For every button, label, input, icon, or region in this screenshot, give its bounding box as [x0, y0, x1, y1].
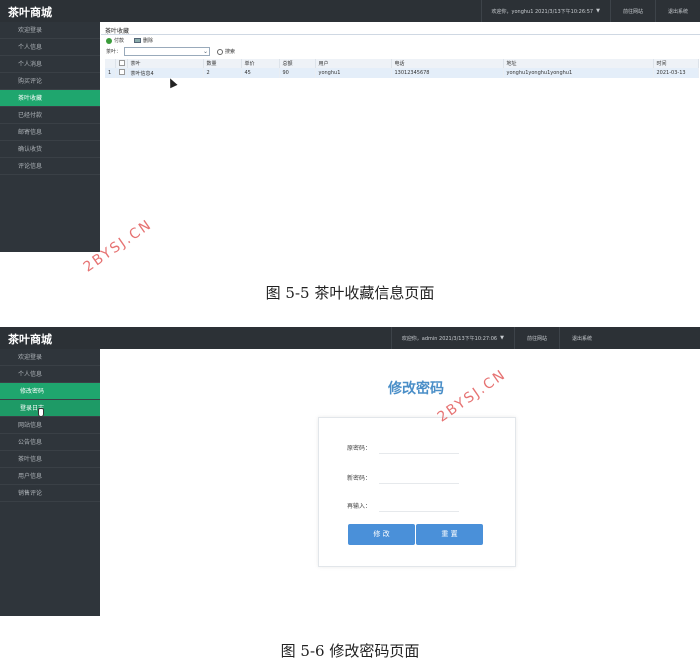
go-to-site-button[interactable]: 前往网站: [513, 327, 559, 349]
caption-figure-5-5: 图 5-5 茶叶收藏信息页面: [265, 284, 435, 302]
cell-user: yonghu1: [315, 68, 392, 78]
tea-select[interactable]: ⌄: [124, 47, 211, 56]
logout-button[interactable]: 退出系统: [558, 327, 604, 349]
col-user[interactable]: 用户: [315, 59, 392, 68]
sidebar-item-users[interactable]: 用户信息: [0, 468, 100, 485]
add-icon: [106, 37, 112, 44]
brand-logo: 茶叶商城: [8, 6, 52, 19]
welcome-text: 欢迎你，yonghu1 2021/3/13下午10:26:57: [491, 8, 594, 15]
chevron-down-icon: ▼: [596, 8, 600, 14]
content-panel: 茶叶收藏 付款 删除 茶叶： ⌄ 搜索 茶叶 数量 单价 总额 用户 电话 地址…: [101, 24, 700, 252]
new-password-row: 新密码：: [347, 470, 459, 484]
pay-label: 付款: [114, 38, 125, 44]
brand-logo: 茶叶商城: [8, 333, 52, 346]
col-index: [105, 59, 116, 68]
search-row: 茶叶： ⌄ 搜索: [106, 47, 235, 56]
cell-tea: 茶叶信息4: [127, 68, 204, 78]
cell-time: 2021-03-13: [653, 68, 699, 78]
confirm-password-field[interactable]: [379, 498, 459, 512]
pay-button[interactable]: 付款: [106, 37, 124, 44]
cell-address: yonghu1yonghu1yonghu1: [503, 68, 654, 78]
logout-button[interactable]: 退出系统: [654, 0, 700, 22]
sidebar-item-sales-reviews[interactable]: 销售评论: [0, 485, 100, 502]
old-password-row: 原密码：: [347, 440, 459, 454]
hand-pointer-icon: [38, 408, 44, 417]
go-to-site-button[interactable]: 前往网站: [609, 0, 655, 22]
new-password-label: 新密码：: [347, 474, 372, 482]
row-checkbox[interactable]: [118, 69, 125, 75]
sidebar-item-welcome[interactable]: 欢迎登录: [0, 349, 100, 366]
col-address[interactable]: 地址: [503, 59, 654, 68]
col-price[interactable]: 单价: [241, 59, 280, 68]
col-quantity[interactable]: 数量: [203, 59, 242, 68]
table-header-row: 茶叶 数量 单价 总额 用户 电话 地址 时间: [105, 59, 699, 68]
top-navbar: 茶叶商城 欢迎你，yonghu1 2021/3/13下午10:26:57 ▼ 前往…: [0, 0, 700, 22]
sidebar-item-profile[interactable]: 个人信息: [0, 39, 100, 56]
top-navbar: 茶叶商城 欢迎你，admin 2021/3/13下午10:27:06 ▼ 前往网站…: [0, 327, 700, 349]
top-right-menu: 欢迎你，yonghu1 2021/3/13下午10:26:57 ▼ 前往网站 退出…: [480, 0, 700, 22]
delete-icon: [134, 38, 142, 43]
cell-index: 1: [105, 68, 116, 78]
old-password-label: 原密码：: [347, 444, 372, 452]
search-button[interactable]: 搜索: [217, 48, 235, 55]
caption-figure-5-6: 图 5-6 修改密码页面: [280, 642, 420, 660]
sidebar-item-comments[interactable]: 评论信息: [0, 158, 100, 175]
favorites-table: 茶叶 数量 单价 总额 用户 电话 地址 时间 1 茶叶信息4 2 45 90 …: [105, 59, 699, 78]
sidebar-item-site-info[interactable]: 网站信息: [0, 417, 100, 434]
sidebar-item-profile[interactable]: 个人信息: [0, 366, 100, 383]
col-total[interactable]: 总额: [279, 59, 316, 68]
sidebar-item-messages[interactable]: 个人消息: [0, 56, 100, 73]
col-time[interactable]: 时间: [653, 59, 699, 68]
old-password-field[interactable]: [379, 440, 459, 454]
sidebar-item-tea-info[interactable]: 茶叶信息: [0, 451, 100, 468]
user-welcome-dropdown[interactable]: 欢迎你，yonghu1 2021/3/13下午10:26:57 ▼: [480, 0, 610, 22]
reset-button[interactable]: 重 置: [416, 524, 483, 545]
sidebar-item-welcome[interactable]: 欢迎登录: [0, 22, 100, 39]
sidebar: 欢迎登录 个人信息 修改密码 登录日志 网站信息 公告信息 茶叶信息 用户信息 …: [0, 349, 100, 616]
sidebar: 欢迎登录 个人信息 个人消息 购买评论 茶叶收藏 已经付款 邮寄信息 确认收货 …: [0, 22, 100, 252]
toolbar: 付款 删除: [106, 37, 153, 44]
sidebar-item-purchase-review[interactable]: 购买评论: [0, 73, 100, 90]
select-all-checkbox[interactable]: [118, 59, 125, 66]
col-select-all[interactable]: [115, 59, 128, 68]
search-button-label: 搜索: [225, 49, 236, 55]
chevron-down-icon: ⌄: [202, 48, 209, 55]
new-password-field[interactable]: [379, 470, 459, 484]
divider: [101, 34, 700, 35]
cell-phone: 13012345678: [391, 68, 504, 78]
sidebar-item-change-password[interactable]: 修改密码: [0, 383, 100, 400]
col-phone[interactable]: 电话: [391, 59, 504, 68]
user-welcome-dropdown[interactable]: 欢迎你，admin 2021/3/13下午10:27:06 ▼: [390, 327, 514, 349]
sidebar-item-tea-favorites[interactable]: 茶叶收藏: [0, 90, 100, 107]
cell-total: 90: [279, 68, 316, 78]
sidebar-item-confirm-receipt[interactable]: 确认收货: [0, 141, 100, 158]
welcome-text: 欢迎你，admin 2021/3/13下午10:27:06: [401, 335, 498, 342]
screenshot-tea-favorites: 茶叶商城 欢迎你，yonghu1 2021/3/13下午10:26:57 ▼ 前往…: [0, 0, 700, 252]
col-tea[interactable]: 茶叶: [127, 59, 204, 68]
search-icon: [217, 48, 224, 55]
delete-button[interactable]: 删除: [134, 37, 153, 44]
change-password-form: 原密码： 新密码： 再输入： 修 改 重 置: [318, 417, 516, 567]
confirm-password-row: 再输入：: [347, 498, 459, 512]
sidebar-item-login-log[interactable]: 登录日志: [0, 400, 100, 417]
search-label: 茶叶：: [106, 49, 122, 55]
delete-label: 删除: [143, 38, 154, 44]
submit-button[interactable]: 修 改: [348, 524, 415, 545]
cell-quantity: 2: [203, 68, 242, 78]
sidebar-item-paid[interactable]: 已经付款: [0, 107, 100, 124]
confirm-password-label: 再输入：: [347, 502, 372, 510]
chevron-down-icon: ▼: [500, 335, 504, 341]
cell-checkbox[interactable]: [115, 68, 128, 78]
table-row[interactable]: 1 茶叶信息4 2 45 90 yonghu1 13012345678 yong…: [105, 68, 699, 78]
top-right-menu: 欢迎你，admin 2021/3/13下午10:27:06 ▼ 前往网站 退出系统: [390, 327, 604, 349]
sidebar-item-notices[interactable]: 公告信息: [0, 434, 100, 451]
sidebar-item-shipping[interactable]: 邮寄信息: [0, 124, 100, 141]
cell-price: 45: [241, 68, 280, 78]
